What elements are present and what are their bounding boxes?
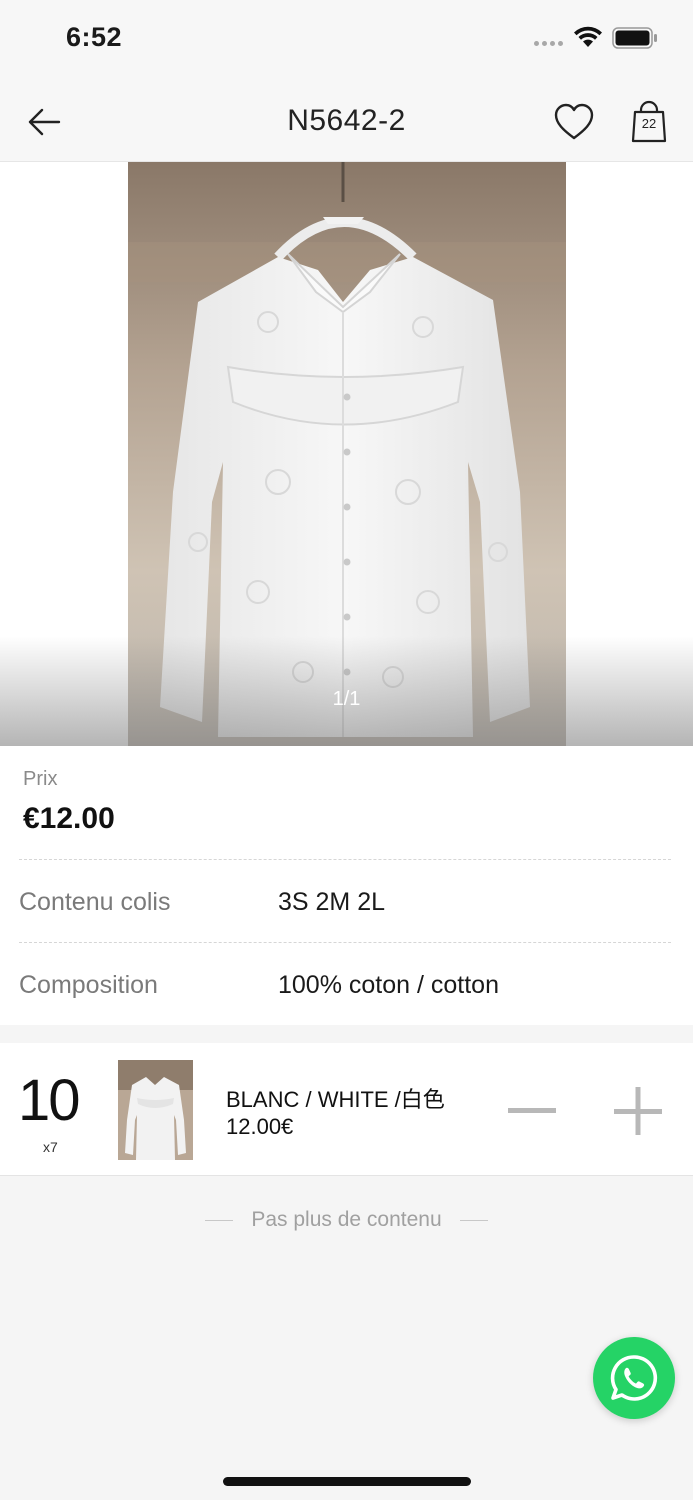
variant-multiplier: x7: [43, 1139, 58, 1155]
variant-price: 12.00€: [226, 1114, 294, 1139]
divider: [459, 1219, 488, 1221]
wifi-icon: [574, 26, 602, 47]
whatsapp-icon: [610, 1355, 658, 1401]
variant-quantity: 10: [18, 1068, 80, 1133]
heart-icon: [554, 103, 594, 140]
cart-count-badge: 22: [641, 116, 657, 131]
price-value: €12.00: [23, 802, 115, 835]
navigation-bar: N5642-2 22: [0, 78, 693, 162]
end-of-content-note: Pas plus de contenu: [0, 1208, 693, 1232]
composition-label: Composition: [19, 971, 158, 999]
battery-icon: [612, 27, 657, 49]
package-content-label: Contenu colis: [19, 888, 171, 916]
cart-button[interactable]: 22: [628, 100, 672, 144]
variant-thumbnail[interactable]: [118, 1060, 193, 1160]
whatsapp-chat-button[interactable]: [593, 1337, 675, 1419]
status-bar: 6:52: [0, 0, 693, 78]
home-indicator: [223, 1477, 471, 1486]
cellular-signal-icon: [534, 41, 563, 46]
variant-row: 10 x7 BLANC / WHITE /白色 12.00€: [0, 1043, 693, 1176]
minus-icon: [508, 1108, 556, 1113]
variant-name: BLANC / WHITE /白色: [226, 1087, 445, 1112]
product-info-card: Prix €12.00 Contenu colis 3S 2M 2L Compo…: [0, 746, 693, 1025]
favorite-button[interactable]: [553, 102, 597, 146]
end-of-content-text: Pas plus de contenu: [251, 1208, 442, 1231]
image-page-indicator: 1/1: [332, 688, 361, 710]
status-time: 6:52: [66, 22, 123, 52]
plus-icon: [614, 1087, 662, 1135]
divider: [205, 1219, 234, 1221]
product-image-gallery[interactable]: 1/1: [0, 162, 693, 746]
price-label: Prix: [23, 768, 58, 790]
increase-quantity-button[interactable]: [610, 1083, 666, 1139]
composition-value: 100% coton / cotton: [278, 971, 499, 999]
decrease-quantity-button[interactable]: [504, 1085, 560, 1135]
package-content-value: 3S 2M 2L: [278, 888, 386, 916]
divider: [19, 859, 671, 860]
divider: [19, 942, 671, 943]
